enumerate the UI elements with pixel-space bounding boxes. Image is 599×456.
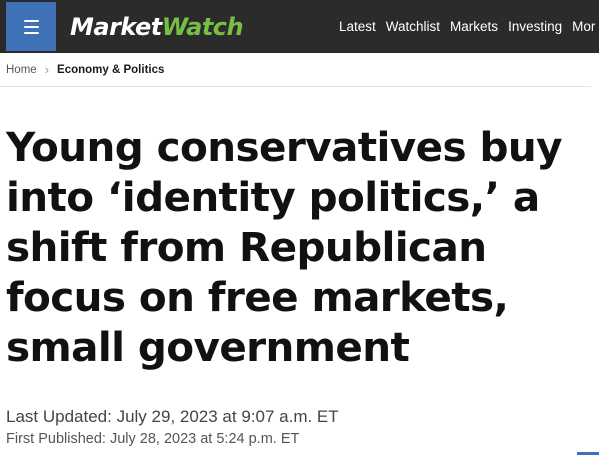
nav-investing[interactable]: Investing bbox=[508, 19, 562, 34]
partial-widget-edge bbox=[577, 452, 599, 455]
nav-more[interactable]: Mor bbox=[572, 19, 595, 34]
breadcrumb-home-link[interactable]: Home bbox=[6, 64, 37, 76]
hamburger-menu-button[interactable] bbox=[6, 2, 56, 51]
first-published-timestamp: First Published: July 28, 2023 at 5:24 p… bbox=[6, 431, 300, 447]
menu-line-icon bbox=[23, 19, 39, 22]
nav-watchlist[interactable]: Watchlist bbox=[386, 19, 440, 34]
menu-line-icon bbox=[23, 31, 39, 34]
main-nav: Latest Watchlist Markets Investing Mor bbox=[339, 0, 595, 53]
nav-latest[interactable]: Latest bbox=[339, 19, 376, 34]
article-headline: Young conservatives buy into ‘identity p… bbox=[6, 123, 562, 371]
article-timestamps: Last Updated: July 29, 2023 at 9:07 a.m.… bbox=[6, 406, 339, 450]
breadcrumb-section-link[interactable]: Economy & Politics bbox=[57, 64, 164, 76]
nav-markets[interactable]: Markets bbox=[450, 19, 498, 34]
chevron-right-icon: › bbox=[44, 62, 50, 77]
last-updated-timestamp: Last Updated: July 29, 2023 at 9:07 a.m.… bbox=[6, 407, 339, 426]
marketwatch-logo[interactable]: MarketWatch bbox=[70, 13, 244, 41]
menu-line-icon bbox=[23, 25, 39, 28]
top-navigation-bar: MarketWatch Latest Watchlist Markets Inv… bbox=[0, 0, 599, 53]
breadcrumb: Home › Economy & Politics bbox=[0, 53, 591, 87]
